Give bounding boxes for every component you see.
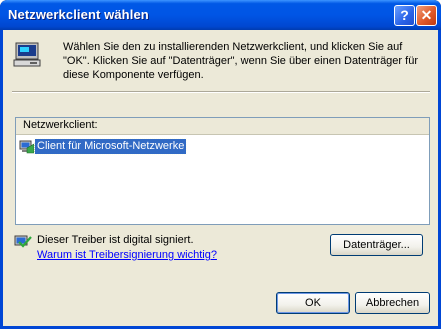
list-header-label: Netzwerkclient: xyxy=(23,119,98,131)
ok-button[interactable]: OK xyxy=(276,292,350,314)
dialog-body: Wählen Sie den zu installierenden Netzwe… xyxy=(3,30,438,326)
signature-info-link[interactable]: Warum ist Treibersignierung wichtig? xyxy=(37,249,217,261)
window-title: Netzwerkclient wählen xyxy=(8,7,149,22)
cancel-button[interactable]: Abbrechen xyxy=(355,292,430,314)
title-bar[interactable]: Netzwerkclient wählen ? ✕ xyxy=(0,0,441,30)
close-button[interactable]: ✕ xyxy=(416,5,437,26)
separator xyxy=(12,91,430,93)
help-button[interactable]: ? xyxy=(394,5,415,26)
network-client-item-icon xyxy=(19,140,35,154)
have-disk-button[interactable]: Datenträger... xyxy=(330,234,423,256)
dialog-window: Netzwerkclient wählen ? ✕ Wählen Sie den… xyxy=(0,0,441,329)
signed-driver-icon xyxy=(14,235,32,248)
signature-status-text: Dieser Treiber ist digital signiert. xyxy=(37,234,194,246)
client-list[interactable]: Netzwerkclient: Client für Microsoft-Net… xyxy=(15,117,430,225)
list-header: Netzwerkclient: xyxy=(16,118,429,135)
instruction-text: Wählen Sie den zu installierenden Netzwe… xyxy=(63,41,418,81)
network-client-icon xyxy=(13,42,41,67)
list-item-label: Client für Microsoft-Netzwerke xyxy=(33,138,188,155)
